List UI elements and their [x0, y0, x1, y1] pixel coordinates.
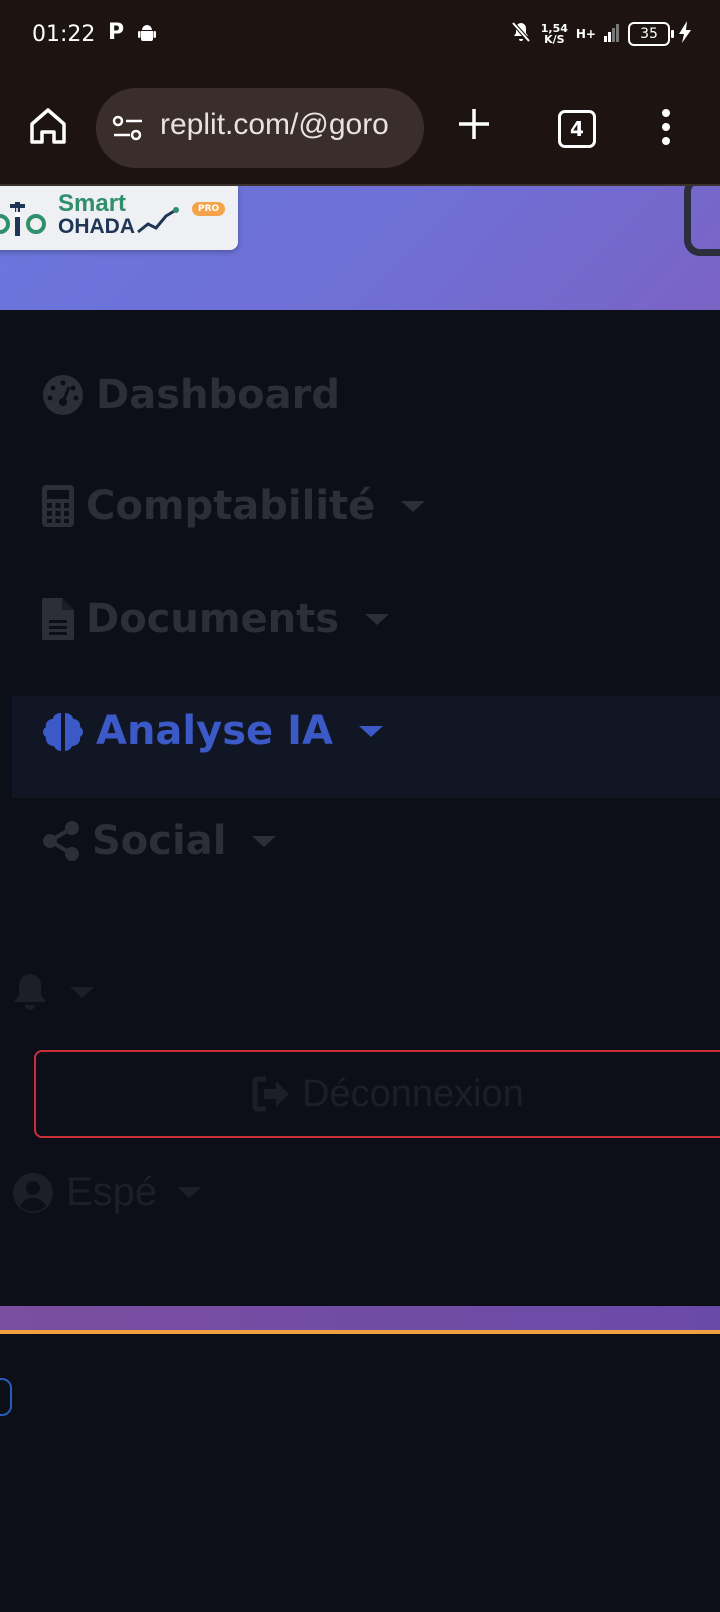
section-divider-band [0, 1306, 720, 1334]
plus-icon [459, 109, 489, 139]
browser-toolbar: replit.com/@goro 4 [0, 72, 720, 186]
chevron-down-icon [358, 725, 383, 737]
brain-icon [43, 713, 83, 751]
more-vert-icon [662, 109, 670, 145]
nav-label-social: Social [92, 818, 227, 864]
share-icon [43, 821, 79, 861]
trend-chart-icon [137, 207, 179, 234]
sign-out-icon [252, 1076, 289, 1112]
nav-item-social[interactable]: Social [42, 818, 277, 864]
chevron-down-icon [70, 986, 94, 998]
chevron-down-icon [365, 613, 390, 625]
notifications-dropdown[interactable] [12, 972, 94, 1012]
user-menu-dropdown[interactable]: Espé [12, 1170, 202, 1215]
nav-item-documents[interactable]: Documents [42, 596, 390, 642]
address-bar[interactable]: replit.com/@goro [96, 88, 424, 168]
parking-notification-icon: P [108, 20, 125, 45]
logout-button[interactable]: Déconnexion [34, 1050, 720, 1138]
charging-bolt-icon [678, 21, 692, 47]
app-header: Smart OHADA PRO [0, 186, 720, 310]
network-speed-unit: K/S [544, 33, 565, 46]
scales-logo-icon [0, 202, 46, 236]
user-name: Espé [66, 1170, 158, 1214]
navbar-toggler-button[interactable] [684, 186, 720, 256]
brand-name-line2: OHADA [58, 215, 135, 238]
nav-label-documents: Documents [86, 596, 340, 642]
bell-icon [14, 974, 46, 1010]
site-settings-icon[interactable] [112, 114, 144, 146]
user-avatar-icon [13, 1172, 53, 1213]
dashboard-gauge-icon [43, 375, 83, 415]
battery-indicator: 35 [628, 22, 674, 46]
partial-offscreen-element [0, 1378, 12, 1416]
status-right-cluster: 1,54 K/S H+ 35 [509, 20, 692, 48]
chevron-down-icon [401, 500, 426, 512]
pro-badge: PRO [192, 202, 226, 216]
status-bar: 01:22 P 1,54 K/S H+ 35 [0, 0, 720, 72]
home-button[interactable] [26, 104, 70, 148]
nav-label-dashboard: Dashboard [96, 372, 340, 418]
signal-icon [604, 22, 620, 46]
tab-switcher-button[interactable]: 4 [558, 110, 596, 148]
chevron-down-icon [252, 835, 277, 847]
network-speed: 1,54 K/S [541, 23, 568, 45]
status-time: 01:22 [32, 22, 96, 47]
browser-menu-button[interactable] [660, 108, 672, 150]
calculator-icon [42, 485, 74, 527]
android-notification-icon [138, 24, 156, 48]
nav-item-analyse-ia[interactable]: Analyse IA [42, 708, 383, 754]
chevron-down-icon [177, 1187, 202, 1198]
url-text: replit.com/@goro [160, 108, 389, 141]
nav-item-dashboard[interactable]: Dashboard [42, 372, 340, 418]
nav-label-comptabilite: Comptabilité [86, 483, 376, 529]
home-icon [30, 108, 66, 144]
brand-name-line1: Smart [58, 190, 127, 217]
logout-label: Déconnexion [302, 1072, 524, 1115]
nav-label-analyse-ia: Analyse IA [96, 708, 333, 754]
bell-muted-icon [509, 20, 533, 48]
document-icon [42, 598, 74, 640]
nav-item-comptabilite[interactable]: Comptabilité [42, 483, 426, 529]
network-type: H+ [575, 27, 596, 41]
brand-logo[interactable]: Smart OHADA PRO [0, 186, 238, 250]
new-tab-button[interactable] [456, 106, 492, 146]
